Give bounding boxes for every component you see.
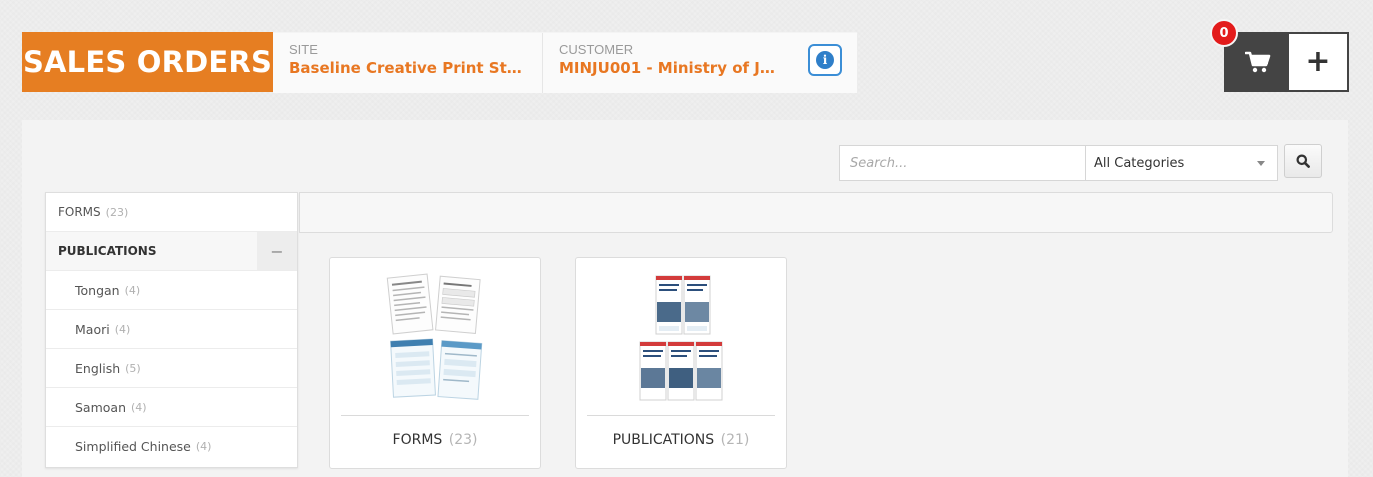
- sales-orders-title: SALES ORDERS: [22, 32, 273, 92]
- product-card-forms[interactable]: FORMS (23): [329, 257, 541, 469]
- sidebar-item-tongan[interactable]: Tongan (4): [46, 271, 297, 310]
- search-input[interactable]: [840, 146, 1086, 180]
- customer-block[interactable]: CUSTOMER MINJU001 - Ministry of Justice: [543, 33, 793, 93]
- product-count: (23): [448, 432, 478, 448]
- shopping-cart-icon: [1244, 51, 1270, 73]
- sidebar-item-label: Simplified Chinese: [75, 439, 191, 454]
- add-item-button[interactable]: +: [1289, 34, 1347, 90]
- sidebar-item-label: English: [75, 360, 121, 376]
- sidebar-item-label: Maori: [75, 321, 110, 337]
- publications-thumbnail-image: [639, 275, 723, 401]
- cart-actions: +: [1224, 32, 1349, 92]
- sidebar-item-label: FORMS: [58, 205, 101, 219]
- product-card-title: PUBLICATIONS (21): [576, 432, 786, 448]
- sidebar-item-english[interactable]: English (5): [46, 349, 297, 388]
- customer-info-button[interactable]: i: [808, 44, 842, 76]
- sidebar-item-count: (4): [195, 440, 212, 453]
- forms-thumbnail-image: [386, 273, 483, 400]
- cart-button[interactable]: [1226, 34, 1289, 90]
- category-select[interactable]: All Categories: [1086, 146, 1277, 180]
- chevron-down-icon: [1257, 160, 1265, 166]
- sidebar-item-label: Samoan: [75, 399, 127, 415]
- sidebar-item-publications[interactable]: PUBLICATIONS −: [46, 232, 297, 271]
- sidebar-item-samoan[interactable]: Samoan (4): [46, 388, 297, 427]
- sidebar-item-count: (4): [114, 322, 131, 336]
- sidebar-item-label: PUBLICATIONS: [58, 244, 157, 258]
- card-divider: [341, 415, 529, 416]
- site-value[interactable]: Baseline Creative Print Studi...: [289, 59, 526, 77]
- product-title-text: PUBLICATIONS: [612, 432, 715, 448]
- product-count: (21): [720, 432, 750, 448]
- minus-icon: −: [270, 241, 284, 261]
- sidebar-item-simplified-chinese[interactable]: Simplified Chinese (4): [46, 427, 297, 466]
- product-title-text: FORMS: [392, 432, 443, 448]
- plus-icon: +: [1305, 44, 1331, 79]
- category-sidebar: FORMS (23) PUBLICATIONS − Tongan (4) Mao…: [45, 192, 298, 468]
- site-label: SITE: [289, 42, 318, 57]
- sidebar-item-count: (4): [131, 400, 147, 414]
- brand-title-text: SALES ORDERS: [22, 45, 273, 79]
- sidebar-item-count: (4): [124, 283, 141, 297]
- info-circle-icon: i: [816, 51, 834, 69]
- category-select-value: All Categories: [1094, 155, 1185, 171]
- catalog-toolbar: [299, 192, 1333, 233]
- sidebar-item-label: Tongan: [75, 282, 120, 298]
- search-bar: All Categories: [839, 145, 1278, 181]
- collapse-publications-button[interactable]: −: [257, 232, 297, 270]
- sidebar-item-count: (5): [125, 361, 141, 375]
- customer-value[interactable]: MINJU001 - Ministry of Justice: [559, 59, 777, 77]
- sidebar-item-forms[interactable]: FORMS (23): [46, 193, 297, 232]
- sidebar-item-count: (23): [105, 205, 129, 219]
- cart-count-badge: 0: [1210, 19, 1238, 47]
- search-button[interactable]: [1284, 144, 1322, 178]
- product-card-publications[interactable]: PUBLICATIONS (21): [575, 257, 787, 469]
- sidebar-item-maori[interactable]: Maori (4): [46, 310, 297, 349]
- site-block[interactable]: SITE Baseline Creative Print Studi...: [273, 33, 543, 93]
- search-icon: [1296, 154, 1310, 168]
- card-divider: [587, 415, 775, 416]
- order-context-panel: SITE Baseline Creative Print Studi... CU…: [273, 32, 857, 93]
- product-card-title: FORMS (23): [330, 432, 540, 448]
- customer-label: CUSTOMER: [559, 42, 634, 57]
